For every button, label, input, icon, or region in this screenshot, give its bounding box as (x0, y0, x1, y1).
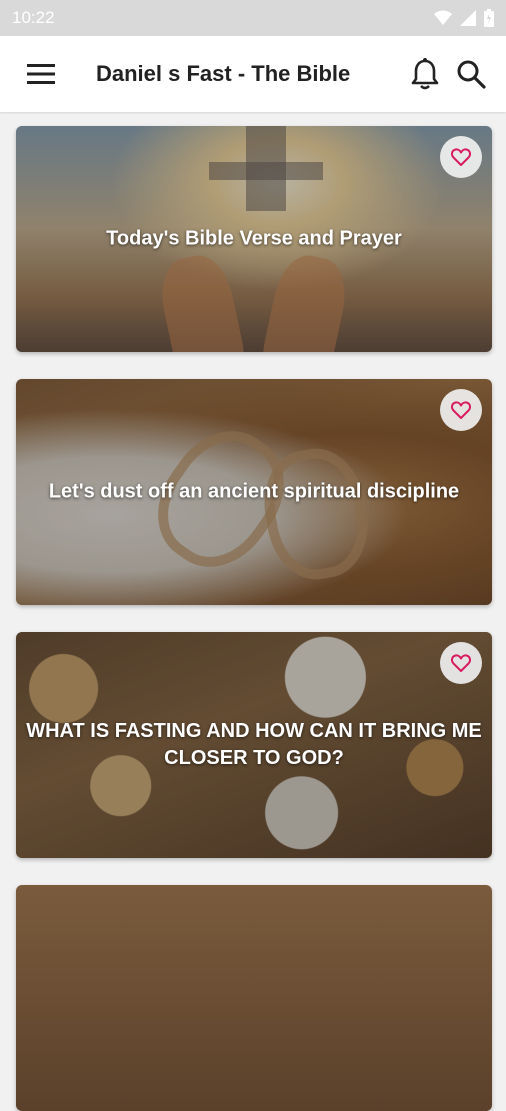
card-image (16, 885, 492, 1111)
article-card[interactable]: WHAT IS FASTING AND HOW CAN IT BRING ME … (16, 632, 492, 858)
notifications-button[interactable] (406, 55, 444, 93)
bell-icon (411, 58, 439, 90)
heart-outline-icon (451, 401, 471, 419)
hamburger-menu-icon (27, 64, 55, 84)
status-icons (434, 9, 494, 27)
wifi-icon (434, 10, 452, 25)
article-card[interactable]: Let's dust off an ancient spiritual disc… (16, 379, 492, 605)
battery-icon (484, 9, 494, 27)
status-time: 10:22 (12, 8, 55, 27)
page-title: Daniel s Fast - The Bible (96, 61, 351, 86)
search-button[interactable] (452, 55, 490, 93)
favorite-button[interactable] (440, 642, 482, 684)
status-bar: 10:22 (0, 0, 506, 36)
menu-button[interactable] (26, 59, 56, 89)
favorite-button[interactable] (440, 389, 482, 431)
app-bar: Daniel s Fast - The Bible (0, 36, 506, 112)
heart-outline-icon (451, 148, 471, 166)
card-title: Today's Bible Verse and Prayer (106, 227, 402, 250)
article-card[interactable]: Today's Bible Verse and Prayer (16, 126, 492, 352)
card-title: WHAT IS FASTING AND HOW CAN IT BRING ME … (26, 720, 482, 769)
search-icon (457, 60, 486, 89)
heart-outline-icon (451, 654, 471, 672)
article-card[interactable] (16, 885, 492, 1111)
signal-icon (460, 10, 476, 26)
card-title: Let's dust off an ancient spiritual disc… (48, 480, 460, 503)
favorite-button[interactable] (440, 136, 482, 178)
